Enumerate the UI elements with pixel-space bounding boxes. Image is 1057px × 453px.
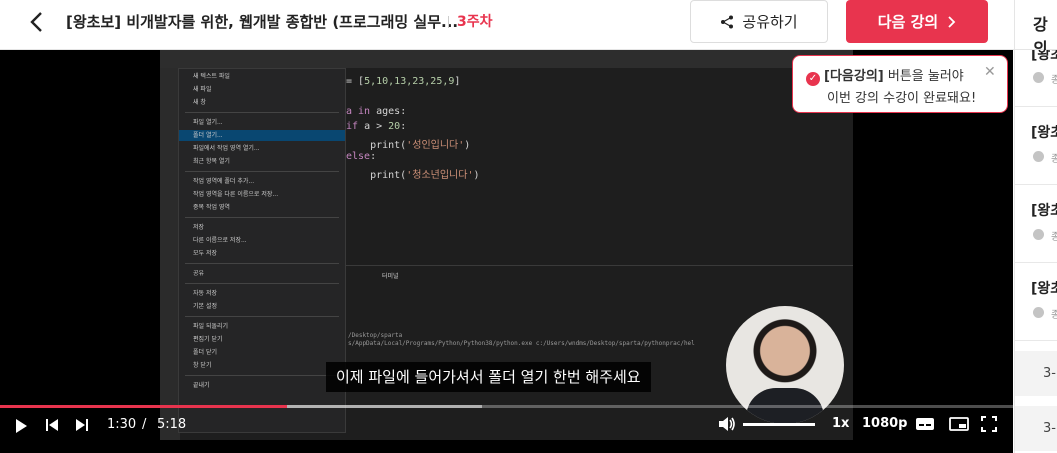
vscode-menu-item: 저장 <box>193 224 205 231</box>
top-bar: [왕초보] 비개발자를 위한, 웹개발 종합반 (프로그래밍 실무... 3주차… <box>0 0 1057 50</box>
time-separator: / <box>142 417 147 432</box>
terminal-line: /Desktop/sparta <box>348 332 403 339</box>
status-dot-icon <box>1033 72 1044 83</box>
vscode-menu-item: 작업 영역을 다른 이름으로 저장... <box>193 191 279 198</box>
menu-separator <box>185 112 339 113</box>
vscode-file-menu: 새 텍스트 파일새 파일새 창파일 열기... 폴더 열기... 파일에서 작업 영… <box>178 68 346 433</box>
code-line: print('성인입니다') <box>346 140 471 151</box>
menu-separator <box>185 375 339 376</box>
code-line: else: <box>346 151 377 162</box>
player-controls: 1:30 / 5:18 1x 1080p <box>0 408 1013 453</box>
code-line: print('청소년입니다') <box>346 170 480 181</box>
vscode-menu-item: 폴더 열기... <box>179 130 345 141</box>
vscode-menu-item: 파일 열기... <box>193 119 223 126</box>
vscode-activity-bar <box>160 68 180 440</box>
pip-icon[interactable] <box>949 416 969 432</box>
status-dot-icon <box>1033 151 1044 162</box>
vscode-menu-item: 파일에서 작업 영역 열기... <box>193 145 260 152</box>
next-lesson-toast: ✓ [다음강의] 버튼을 눌러야 이번 강의 수강이 완료돼요! ✕ <box>792 55 1008 113</box>
share-icon <box>721 15 734 28</box>
menu-separator <box>185 171 339 172</box>
status-dot-icon <box>1033 307 1044 318</box>
vscode-menu-item: 공유 <box>193 270 205 277</box>
skip-back-icon[interactable] <box>45 418 59 432</box>
share-label: 공유하기 <box>742 13 798 31</box>
status-dot-icon <box>1033 229 1044 240</box>
toast-highlight: [다음강의] <box>824 69 884 84</box>
play-icon[interactable] <box>14 418 28 434</box>
chapter-item[interactable]: [왕초 종 <box>1015 50 1057 107</box>
code-line: = [5,10,13,23,25,9] <box>346 76 461 87</box>
chevron-right-icon <box>948 15 956 28</box>
menu-separator <box>185 263 339 264</box>
duration: 5:18 <box>157 417 187 432</box>
lesson-list-panel: [왕초 종 [왕초 종 [왕초 종 [왕초 종 3- 3- <box>1014 50 1057 453</box>
share-button[interactable]: 공유하기 <box>690 0 828 43</box>
right-panel-header: 강의 <box>1014 0 1057 58</box>
current-time: 1:30 <box>107 417 137 432</box>
terminal-tab: 터미널 <box>382 273 399 280</box>
code-line: a in ages: <box>346 106 407 117</box>
vscode-menu-item: 모두 저장 <box>193 250 217 257</box>
playback-rate[interactable]: 1x <box>832 416 849 431</box>
volume-icon[interactable] <box>718 416 736 432</box>
vscode-menu-item: 최근 항목 열기 <box>193 158 230 165</box>
vscode-menu-item: 다른 이름으로 저장... <box>193 237 247 244</box>
vscode-menu-item: 폴더 닫기 <box>193 349 217 356</box>
video-subtitle: 이제 파일에 들어가셔서 폴더 열기 한번 해주세요 <box>326 362 651 392</box>
terminal-line: s/AppData/Local/Programs/Python/Python38… <box>348 340 695 347</box>
vscode-menu-item: 작업 영역에 폴더 추가... <box>193 178 255 185</box>
toast-line2: 이번 강의 수강이 완료돼요! <box>827 91 977 106</box>
back-button[interactable] <box>26 10 50 34</box>
vscode-menu-item: 새 창 <box>193 99 206 106</box>
check-circle-icon: ✓ <box>806 72 820 86</box>
vscode-menu-item: 편집기 닫기 <box>193 336 223 343</box>
chevron-left-icon <box>30 12 42 32</box>
menu-separator <box>185 283 339 284</box>
skip-forward-icon[interactable] <box>75 418 89 432</box>
vscode-menu-item: 파일 되돌리기 <box>193 323 229 330</box>
menu-separator <box>185 217 339 218</box>
next-label: 다음 강의 <box>877 13 939 31</box>
volume-slider[interactable] <box>743 423 815 426</box>
course-title: [왕초보] 비개발자를 위한, 웹개발 종합반 (프로그래밍 실무... <box>66 13 459 31</box>
vscode-menu-item: 끝내기 <box>193 382 210 389</box>
chapter-item[interactable]: [왕초 종 <box>1015 263 1057 341</box>
vscode-menu-item: 창 닫기 <box>193 362 212 369</box>
vscode-menu-item: 새 파일 <box>193 86 212 93</box>
chapter-item[interactable]: [왕초 종 <box>1015 107 1057 185</box>
week-label: 3주차 <box>448 11 493 31</box>
next-lesson-button[interactable]: 다음 강의 <box>846 0 988 43</box>
fullscreen-icon[interactable] <box>981 416 997 432</box>
vscode-menu-item: 새 텍스트 파일 <box>193 73 230 80</box>
vscode-titlebar <box>160 50 853 68</box>
vscode-menu-item: 자동 저장 <box>193 290 217 297</box>
menu-separator <box>185 316 339 317</box>
chapter-item[interactable]: [왕초 종 <box>1015 185 1057 263</box>
captions-icon[interactable] <box>915 416 935 432</box>
vscode-menu-item: 기본 설정 <box>193 303 217 310</box>
toast-line1: 버튼을 눌러야 <box>883 69 964 84</box>
code-line: if a > 20: <box>346 121 407 132</box>
lesson-item[interactable]: 3- <box>1015 406 1057 451</box>
close-icon[interactable]: ✕ <box>984 64 996 80</box>
vscode-menu-item: 중복 작업 영역 <box>193 204 230 211</box>
code-editor: = [5,10,13,23,25,9] a in ages: if a > 20: … <box>346 76 846 256</box>
quality-selector[interactable]: 1080p <box>862 416 908 431</box>
lesson-item[interactable]: 3- <box>1015 351 1057 396</box>
